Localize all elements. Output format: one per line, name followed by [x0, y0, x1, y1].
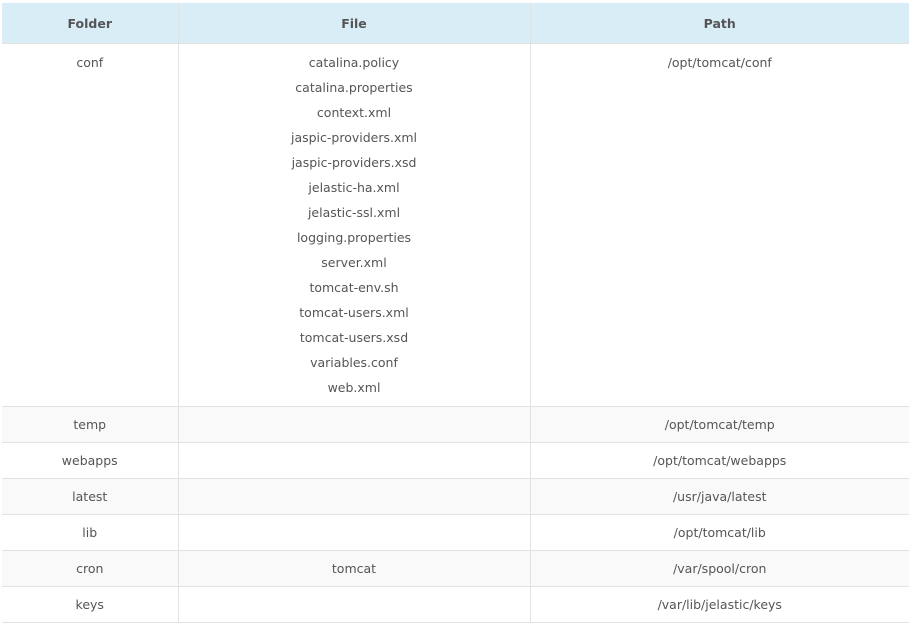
- header-row: Folder File Path: [2, 3, 909, 44]
- header-file: File: [177, 3, 530, 44]
- file-name: variables.conf: [310, 355, 398, 370]
- table-row: temp /opt/tomcat/temp: [2, 406, 909, 443]
- file-cell: [177, 478, 530, 515]
- folder-table-container: Folder File Path conf catalina.policy ca…: [2, 3, 909, 623]
- table-row: latest /usr/java/latest: [2, 478, 909, 515]
- table-row: cron tomcat /var/spool/cron: [2, 550, 909, 587]
- file-cell: [177, 442, 530, 479]
- file-name: jelastic-ssl.xml: [307, 205, 401, 220]
- file-name: jelastic-ha.xml: [308, 180, 400, 195]
- table-row: conf catalina.policy catalina.properties…: [2, 43, 909, 407]
- path-cell: /var/spool/cron: [529, 550, 909, 587]
- folder-cell: conf: [2, 43, 178, 407]
- path-cell: /opt/tomcat/webapps: [529, 442, 909, 479]
- path-cell: /opt/tomcat/conf: [529, 43, 909, 407]
- file-name: logging.properties: [296, 230, 412, 245]
- file-cell: [177, 514, 530, 551]
- folder-cell: temp: [2, 406, 178, 443]
- file-name: server.xml: [321, 255, 387, 270]
- file-name: context.xml: [316, 105, 392, 120]
- table-row: keys /var/lib/jelastic/keys: [2, 586, 909, 623]
- folder-cell: latest: [2, 478, 178, 515]
- header-folder: Folder: [2, 3, 178, 44]
- file-cell: [177, 586, 530, 623]
- path-cell: /opt/tomcat/temp: [529, 406, 909, 443]
- file-name: jaspic-providers.xml: [290, 130, 418, 145]
- file-name: tomcat-users.xml: [299, 305, 409, 320]
- file-cell: catalina.policy catalina.properties cont…: [177, 43, 530, 407]
- table-header: Folder File Path: [2, 3, 909, 44]
- path-cell: /opt/tomcat/lib: [529, 514, 909, 551]
- folder-cell: lib: [2, 514, 178, 551]
- path-cell: /var/lib/jelastic/keys: [529, 586, 909, 623]
- file-name: web.xml: [327, 380, 381, 395]
- file-name: tomcat-users.xsd: [299, 330, 409, 345]
- file-cell: [177, 406, 530, 443]
- folder-cell: cron: [2, 550, 178, 587]
- folder-cell: keys: [2, 586, 178, 623]
- file-name: tomcat-env.sh: [309, 280, 399, 295]
- path-cell: /usr/java/latest: [529, 478, 909, 515]
- file-name: catalina.properties: [295, 80, 413, 95]
- header-path: Path: [529, 3, 909, 44]
- file-cell: tomcat: [177, 550, 530, 587]
- file-name: jaspic-providers.xsd: [291, 155, 417, 170]
- table-body: conf catalina.policy catalina.properties…: [2, 43, 909, 623]
- file-name: catalina.policy: [308, 55, 400, 70]
- table-row: lib /opt/tomcat/lib: [2, 514, 909, 551]
- folder-cell: webapps: [2, 442, 178, 479]
- folder-table: Folder File Path conf catalina.policy ca…: [2, 3, 909, 623]
- table-row: webapps /opt/tomcat/webapps: [2, 442, 909, 479]
